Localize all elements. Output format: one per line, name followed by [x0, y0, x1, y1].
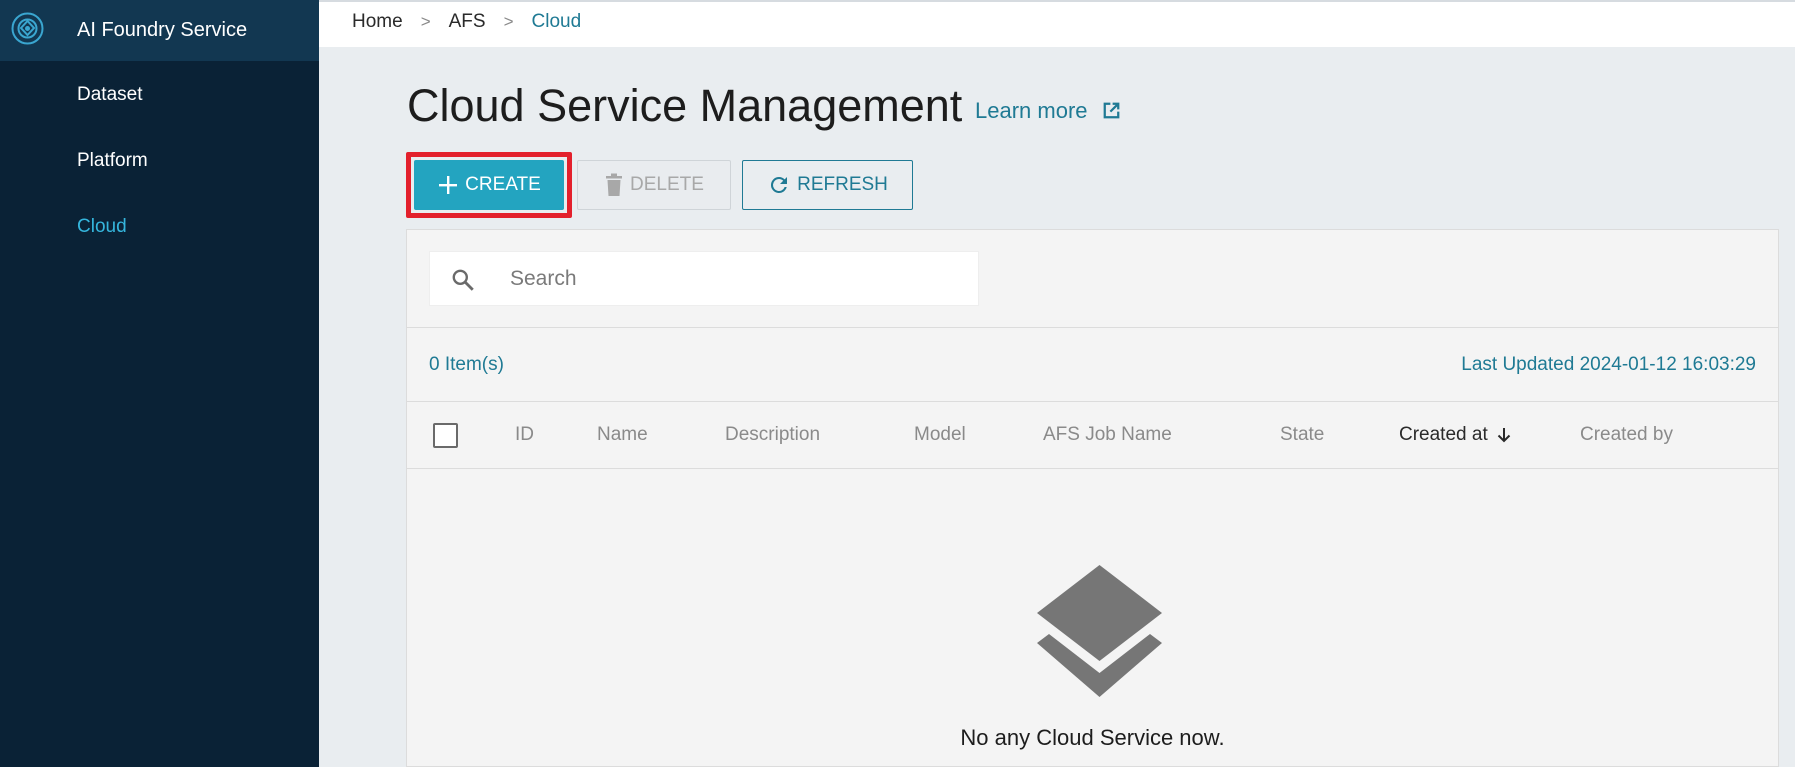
- sidebar-header: AI Foundry Service: [0, 0, 319, 61]
- page-title: Cloud Service Management: [407, 80, 963, 131]
- plus-icon: [439, 176, 458, 194]
- breadcrumb: Home > AFS > Cloud: [352, 11, 581, 33]
- refresh-button[interactable]: REFRESH: [742, 160, 913, 210]
- arrow-down-icon: [1497, 428, 1510, 443]
- delete-button[interactable]: DELETE: [577, 160, 731, 210]
- top-bar: Home > AFS > Cloud: [319, 0, 1795, 47]
- sidebar-item-platform[interactable]: Platform: [77, 150, 148, 172]
- search-input[interactable]: [510, 252, 970, 305]
- search-icon: [452, 269, 474, 291]
- breadcrumb-separator: >: [420, 12, 431, 31]
- learn-more-label: Learn more: [975, 97, 1088, 123]
- search-box[interactable]: [429, 251, 979, 306]
- cloud-service-panel: 0 Item(s) Last Updated 2024-01-12 16:03:…: [406, 229, 1779, 767]
- column-header-afs-job-name[interactable]: AFS Job Name: [1043, 424, 1172, 446]
- divider: [407, 468, 1778, 469]
- column-header-created-at-label: Created at: [1399, 424, 1488, 445]
- divider: [407, 327, 1778, 328]
- refresh-button-label: REFRESH: [797, 174, 888, 195]
- breadcrumb-home[interactable]: Home: [352, 11, 403, 33]
- empty-state-message: No any Cloud Service now.: [960, 725, 1225, 750]
- learn-more-link[interactable]: Learn more: [975, 97, 1125, 124]
- column-header-created-by[interactable]: Created by: [1580, 424, 1673, 446]
- create-button-label: CREATE: [465, 174, 541, 195]
- sidebar-item-dataset[interactable]: Dataset: [77, 84, 142, 106]
- sidebar: AI Foundry Service Dataset Platform Clou…: [0, 0, 319, 767]
- breadcrumb-separator: >: [503, 12, 514, 31]
- refresh-icon: [771, 176, 788, 193]
- column-header-name[interactable]: Name: [597, 424, 648, 446]
- afs-logo-icon[interactable]: [11, 12, 44, 45]
- column-header-state[interactable]: State: [1280, 424, 1324, 446]
- table-header: ID Name Description Model AFS Job Name S…: [407, 402, 1778, 468]
- last-updated: Last Updated 2024-01-12 16:03:29: [1461, 354, 1756, 375]
- column-header-id[interactable]: ID: [515, 424, 534, 446]
- column-header-model[interactable]: Model: [914, 424, 966, 446]
- items-count: 0 Item(s): [429, 354, 504, 375]
- external-link-icon: [1103, 102, 1119, 119]
- create-button[interactable]: CREATE: [414, 160, 564, 210]
- breadcrumb-afs[interactable]: AFS: [449, 11, 486, 33]
- trash-icon: [606, 173, 623, 196]
- app-title[interactable]: AI Foundry Service: [77, 19, 247, 42]
- column-header-created-at[interactable]: Created at: [1399, 424, 1514, 446]
- column-header-description[interactable]: Description: [725, 424, 820, 446]
- sidebar-item-cloud[interactable]: Cloud: [77, 216, 127, 238]
- breadcrumb-cloud: Cloud: [531, 11, 582, 32]
- select-all-checkbox[interactable]: [433, 423, 458, 448]
- delete-button-label: DELETE: [630, 174, 704, 195]
- layers-icon: [1037, 565, 1162, 697]
